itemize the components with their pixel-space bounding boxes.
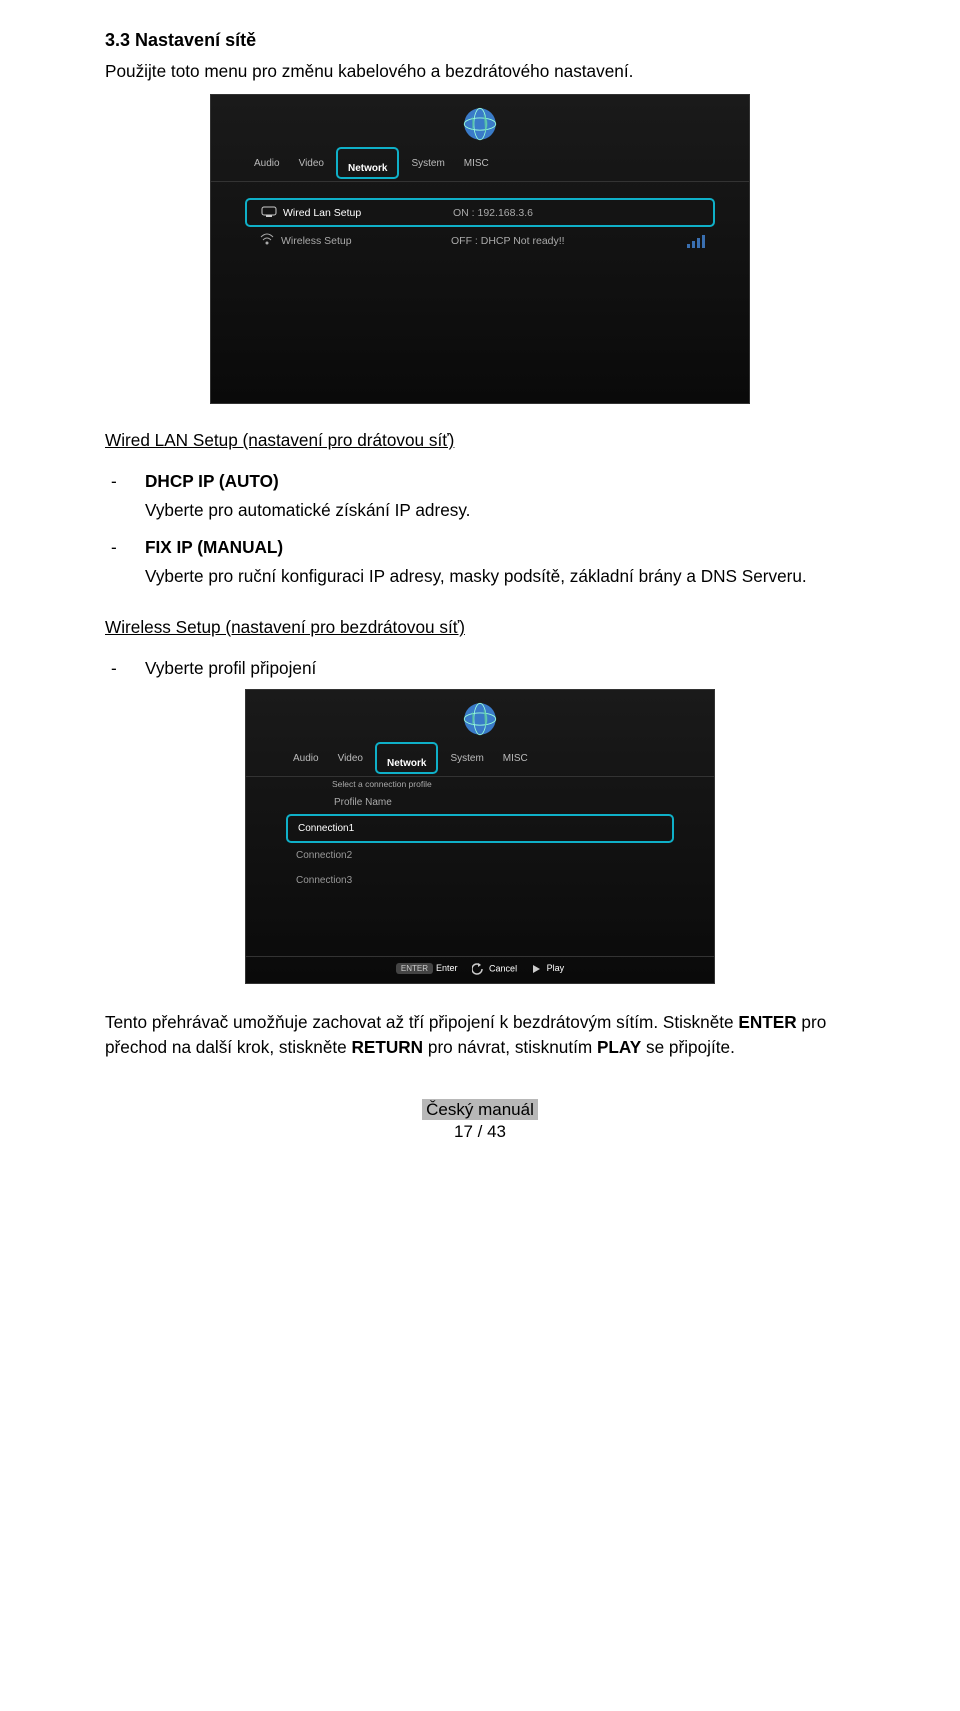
wired-list: - DHCP IP (AUTO) Vyberte pro automatické… bbox=[105, 471, 855, 599]
wireless-bullet-text: Vyberte profil připojení bbox=[145, 658, 316, 679]
footer-enter: ENTEREnter bbox=[396, 963, 458, 975]
wired-value: ON : 192.168.3.6 bbox=[453, 207, 705, 219]
profile-list: Profile Name Connection1 Connection2 Con… bbox=[246, 793, 714, 893]
tab-audio: Audio bbox=[286, 750, 326, 767]
tab-network: Network bbox=[336, 147, 399, 179]
wired-label: Wired Lan Setup bbox=[283, 207, 453, 219]
footer-manual: Český manuál bbox=[422, 1099, 538, 1120]
wired-item-title: FIX IP (MANUAL) bbox=[145, 537, 855, 558]
tab-system: System bbox=[404, 155, 451, 172]
settings-tabs: Audio Video Network System MISC bbox=[211, 145, 749, 182]
profile-row: Connection1 bbox=[286, 814, 674, 843]
settings-list: Wired Lan Setup ON : 192.168.3.6 Wireles… bbox=[211, 182, 749, 270]
closing-paragraph: Tento přehrávač umožňuje zachovat až tří… bbox=[105, 1010, 855, 1060]
wireless-row: Wireless Setup OFF : DHCP Not ready!! bbox=[245, 227, 715, 254]
wired-icon bbox=[255, 205, 283, 220]
tab-audio: Audio bbox=[247, 155, 287, 172]
tab-misc: MISC bbox=[457, 155, 496, 172]
wireless-heading: Wireless Setup (nastavení pro bezdrátovo… bbox=[105, 617, 855, 638]
document-page: 3.3 Nastavení sítě Použijte toto menu pr… bbox=[0, 0, 960, 1162]
profile-row: Connection3 bbox=[286, 868, 674, 893]
footer-play: Play bbox=[531, 963, 564, 975]
back-icon bbox=[472, 963, 484, 975]
page-footer: Český manuál 17 / 43 bbox=[105, 1100, 855, 1142]
wireless-bullet: - Vyberte profil připojení bbox=[105, 658, 855, 679]
globe-icon bbox=[459, 103, 501, 145]
dash: - bbox=[105, 658, 145, 679]
signal-icon bbox=[687, 234, 707, 248]
wired-item-text: Vyberte pro automatické získání IP adres… bbox=[145, 500, 855, 521]
wired-item-text: Vyberte pro ruční konfiguraci IP adresy,… bbox=[145, 566, 855, 587]
wired-heading: Wired LAN Setup (nastavení pro drátovou … bbox=[105, 430, 855, 451]
profile-list-label: Profile Name bbox=[286, 793, 674, 814]
wireless-value: OFF : DHCP Not ready!! bbox=[451, 235, 687, 247]
tab-video: Video bbox=[331, 750, 370, 767]
wireless-profile-screenshot: Audio Video Network System MISC Select a… bbox=[245, 689, 715, 984]
footer-cancel: Cancel bbox=[472, 963, 518, 975]
screenshot-footer: ENTEREnter Cancel Play bbox=[246, 956, 714, 975]
dash: - bbox=[105, 537, 145, 599]
screenshot-subtitle: Select a connection profile bbox=[246, 777, 714, 793]
globe-icon bbox=[459, 698, 501, 740]
dash: - bbox=[105, 471, 145, 533]
profile-row: Connection2 bbox=[286, 843, 674, 868]
section-title: 3.3 Nastavení sítě bbox=[105, 30, 855, 51]
wired-item-dhcp: - DHCP IP (AUTO) Vyberte pro automatické… bbox=[105, 471, 855, 533]
intro-text: Použijte toto menu pro změnu kabelového … bbox=[105, 61, 855, 82]
tab-network: Network bbox=[375, 742, 438, 774]
wired-lan-row: Wired Lan Setup ON : 192.168.3.6 bbox=[245, 198, 715, 227]
tab-video: Video bbox=[292, 155, 331, 172]
tab-misc: MISC bbox=[496, 750, 535, 767]
wireless-label: Wireless Setup bbox=[281, 235, 451, 247]
settings-tabs: Audio Video Network System MISC bbox=[246, 740, 714, 777]
play-icon bbox=[531, 964, 541, 974]
wireless-icon bbox=[253, 232, 281, 249]
wired-item-fix: - FIX IP (MANUAL) Vyberte pro ruční konf… bbox=[105, 537, 855, 599]
network-settings-screenshot: Audio Video Network System MISC Wired La… bbox=[210, 94, 750, 404]
tab-system: System bbox=[443, 750, 490, 767]
footer-page: 17 / 43 bbox=[105, 1122, 855, 1142]
wired-item-title: DHCP IP (AUTO) bbox=[145, 471, 855, 492]
